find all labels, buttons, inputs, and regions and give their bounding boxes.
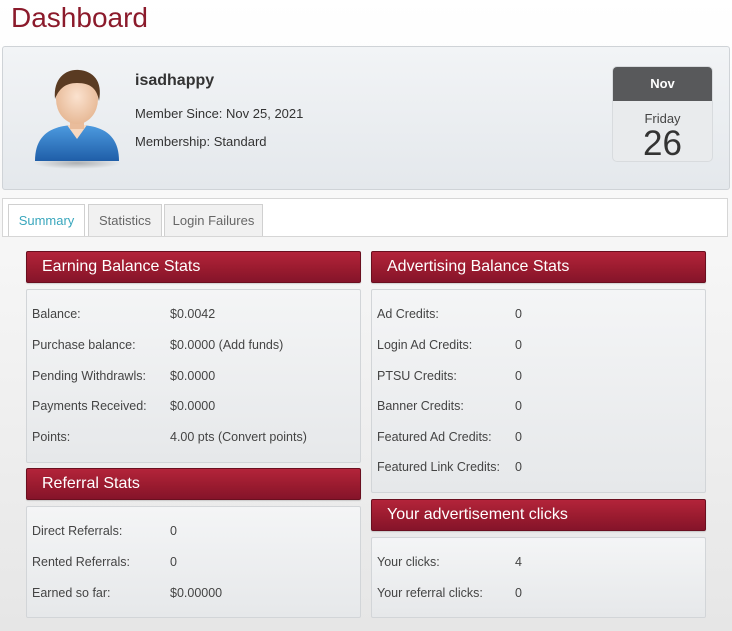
tab-login-failures[interactable]: Login Failures [164, 204, 263, 237]
stat-row: Your clicks: 4 [372, 555, 705, 575]
membership-level: Membership: Standard [135, 134, 267, 149]
stat-value: 0 [170, 524, 177, 538]
stat-row: Ad Credits: 0 [372, 307, 705, 327]
user-avatar-icon [29, 65, 125, 169]
calendar-day: 26 [643, 124, 682, 162]
stat-value: 0 [515, 460, 522, 474]
stat-label: Featured Ad Credits: [377, 430, 492, 444]
stat-value: 0 [170, 555, 177, 569]
stat-value: 4 [515, 555, 522, 569]
calendar-widget: Nov Friday 26 [613, 67, 712, 161]
stat-row: Banner Credits: 0 [372, 399, 705, 419]
member-since: Member Since: Nov 25, 2021 [135, 106, 304, 121]
stat-row: Login Ad Credits: 0 [372, 338, 705, 358]
referral-stats-panel: Direct Referrals: 0 Rented Referrals: 0 … [26, 506, 361, 618]
stat-label: Earned so far: [32, 586, 111, 600]
stat-value: $0.0000 [170, 369, 216, 383]
stat-row: Featured Link Credits: 0 [372, 460, 705, 480]
advertising-balance-header: Advertising Balance Stats [371, 251, 706, 283]
stat-row: Featured Ad Credits: 0 [372, 430, 705, 450]
earning-balance-panel: Balance: $0.0042 Purchase balance: $0.00… [26, 289, 361, 463]
stat-label: Your referral clicks: [377, 586, 483, 600]
stat-value: $0.00000 [170, 586, 223, 600]
stat-value: 0 [515, 430, 522, 444]
purchase-balance-value: $0.0000 [170, 338, 216, 352]
stat-label: Ad Credits: [377, 307, 439, 321]
stat-row: Purchase balance: $0.0000 (Add funds) [27, 338, 360, 358]
stat-label: Payments Received: [32, 399, 147, 413]
stat-row: Pending Withdrawls: $0.0000 [27, 369, 360, 389]
calendar-month: Nov [613, 67, 712, 101]
stat-row: Your referral clicks: 0 [372, 586, 705, 606]
points-value: 4.00 pts [170, 430, 215, 444]
stat-label: Login Ad Credits: [377, 338, 473, 352]
stat-label: Direct Referrals: [32, 524, 123, 538]
tab-statistics[interactable]: Statistics [88, 204, 162, 237]
stat-value: 0 [515, 586, 522, 600]
stat-label: Balance: [32, 307, 81, 321]
stat-label: Featured Link Credits: [377, 460, 500, 474]
stat-row: Points: 4.00 pts (Convert points) [27, 430, 360, 450]
profile-card: isadhappy Member Since: Nov 25, 2021 Mem… [2, 46, 730, 190]
stat-row: PTSU Credits: 0 [372, 369, 705, 389]
stat-row: Direct Referrals: 0 [27, 524, 360, 544]
stat-label: Purchase balance: [32, 338, 136, 352]
stat-value: 0 [515, 307, 522, 321]
stat-row: Balance: $0.0042 [27, 307, 360, 327]
stat-value: $0.0000 (Add funds) [170, 338, 283, 352]
stat-value: $0.0042 [170, 307, 216, 321]
stat-label: Points: [32, 430, 71, 444]
add-funds-link[interactable]: (Add funds) [219, 338, 284, 352]
stat-label: Pending Withdrawls: [32, 369, 146, 383]
tab-divider [2, 236, 728, 237]
tab-bar: Summary Statistics Login Failures [2, 198, 728, 237]
convert-points-link[interactable]: (Convert points) [218, 430, 307, 444]
stat-value: 0 [515, 369, 522, 383]
stat-label: Rented Referrals: [32, 555, 130, 569]
stat-label: Your clicks: [377, 555, 440, 569]
stat-value: $0.0000 [170, 399, 216, 413]
ad-clicks-panel: Your clicks: 4 Your referral clicks: 0 [371, 537, 706, 618]
stat-value: 4.00 pts (Convert points) [170, 430, 307, 444]
stat-value: 0 [515, 399, 522, 413]
advertising-balance-panel: Ad Credits: 0 Login Ad Credits: 0 PTSU C… [371, 289, 706, 493]
stat-value: 0 [515, 338, 522, 352]
stat-label: Banner Credits: [377, 399, 464, 413]
username: isadhappy [135, 72, 215, 89]
stat-row: Payments Received: $0.0000 [27, 399, 360, 419]
stat-row: Rented Referrals: 0 [27, 555, 360, 575]
page-title: Dashboard [11, 2, 148, 33]
referral-stats-header: Referral Stats [26, 468, 361, 500]
ad-clicks-header: Your advertisement clicks [371, 499, 706, 531]
stat-label: PTSU Credits: [377, 369, 457, 383]
earning-balance-header: Earning Balance Stats [26, 251, 361, 283]
stat-row: Earned so far: $0.00000 [27, 586, 360, 606]
tab-summary[interactable]: Summary [8, 204, 85, 237]
